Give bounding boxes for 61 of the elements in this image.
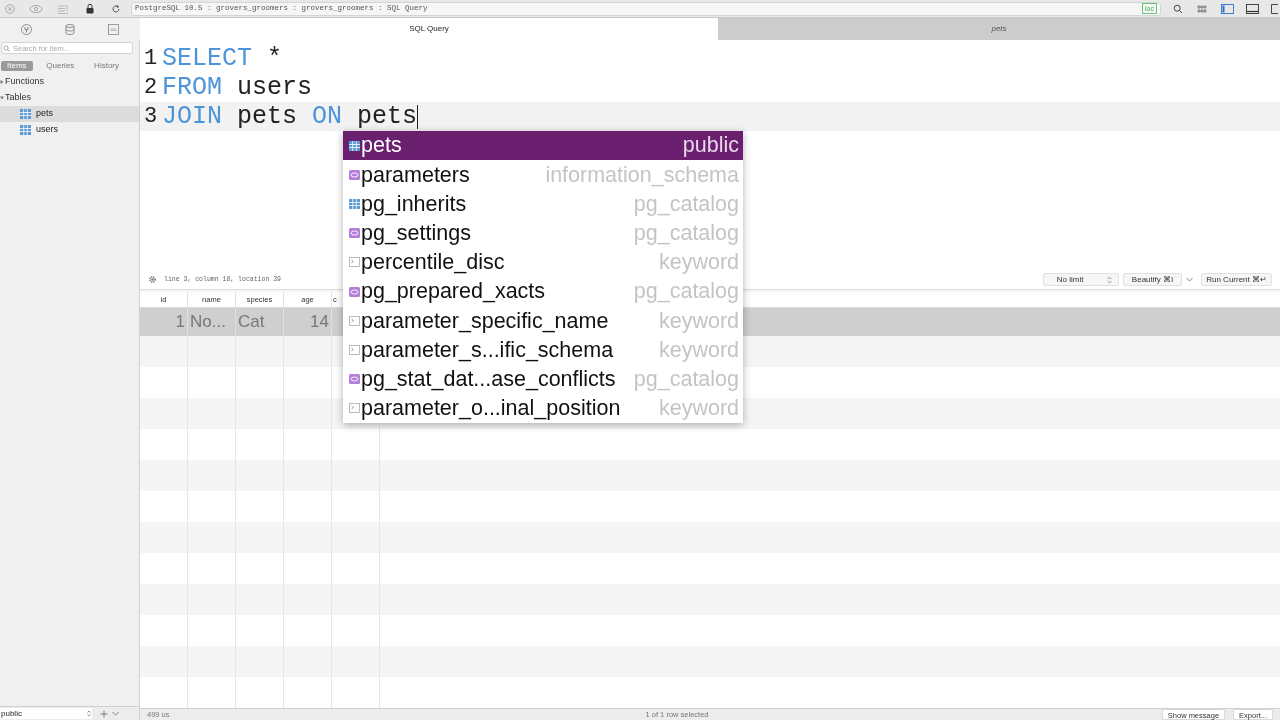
line-number: 2 (143, 74, 159, 102)
terminal-icon (349, 344, 360, 355)
sidebar-tab[interactable]: History (88, 60, 125, 71)
caret-down-icon[interactable] (0, 96, 4, 100)
lock-icon[interactable] (85, 3, 95, 14)
stepper-icon (1106, 275, 1112, 284)
grid-icon[interactable] (1197, 4, 1207, 13)
suggestion-item[interactable]: pg_stat_dat...ase_conflicts pg_catalog (343, 364, 743, 394)
database-icon[interactable] (65, 23, 75, 35)
tree-group[interactable]: Tables (0, 90, 139, 106)
suggestion-item[interactable]: parameters information_schema (343, 160, 743, 190)
chevron-down-icon[interactable] (1186, 277, 1194, 282)
line-number: 3 (143, 103, 159, 131)
suggestion-item[interactable]: parameter_specific_name keyword (343, 306, 743, 336)
table-icon (349, 198, 360, 209)
eye-icon (349, 286, 360, 297)
search-icon[interactable] (1173, 3, 1183, 14)
eye-icon (349, 228, 360, 239)
code-line: JOIN pets ON pets (162, 102, 418, 131)
sidebar-tab[interactable]: Queries (40, 60, 81, 71)
refresh-icon[interactable] (111, 3, 121, 14)
code-line: FROM users (162, 73, 313, 102)
suggestion-item[interactable]: percentile_disc keyword (343, 247, 743, 277)
panel-toggle-icon[interactable] (1246, 3, 1259, 14)
plug-icon[interactable] (20, 23, 32, 35)
plus-icon[interactable] (100, 709, 108, 718)
stepper-icon (87, 710, 91, 717)
tree-group[interactable]: Functions (0, 74, 139, 90)
search-icon (3, 44, 10, 52)
eye-icon (349, 169, 360, 180)
suggestion-item[interactable]: pg_prepared_xacts pg_catalog (343, 276, 743, 307)
table-item[interactable]: users (0, 122, 139, 138)
run-current-button[interactable]: Run Current ⌘↵ (1201, 273, 1272, 286)
terminal-icon (349, 315, 360, 326)
sidebar-toggle-icon[interactable] (1221, 3, 1234, 14)
editor-tab[interactable]: SQL Query (140, 18, 718, 40)
suggestion-item[interactable]: pets public (343, 131, 743, 161)
panel-toggle-icon[interactable] (1271, 3, 1278, 14)
suggestion-item[interactable]: parameter_o...inal_position keyword (343, 393, 743, 423)
text-cursor (417, 104, 419, 129)
table-icon (349, 140, 360, 151)
eye-icon[interactable] (29, 3, 43, 14)
sql-file-icon[interactable] (108, 23, 120, 35)
caret-right-icon[interactable] (0, 80, 4, 84)
eye-icon (349, 374, 360, 385)
suggestion-item[interactable]: parameter_s...ific_schema keyword (343, 335, 743, 365)
suggestion-item[interactable]: pg_settings pg_catalog (343, 218, 743, 248)
gear-icon[interactable] (148, 275, 157, 284)
line-number: 1 (143, 45, 159, 73)
chevron-down-icon[interactable] (112, 711, 119, 716)
suggestion-item[interactable]: pg_inherits pg_catalog (343, 189, 743, 219)
limit-select[interactable]: No limit (1042, 273, 1119, 286)
table-icon (20, 125, 31, 135)
terminal-icon (349, 403, 360, 414)
beautify-button[interactable]: Beautify ⌘I (1122, 273, 1183, 286)
table-icon (20, 109, 31, 119)
terminal-icon (349, 257, 360, 268)
schema-select[interactable]: public (0, 708, 92, 719)
table-item[interactable]: pets (0, 106, 139, 122)
code-line: SELECT * (162, 44, 283, 73)
close-icon[interactable] (5, 3, 15, 14)
